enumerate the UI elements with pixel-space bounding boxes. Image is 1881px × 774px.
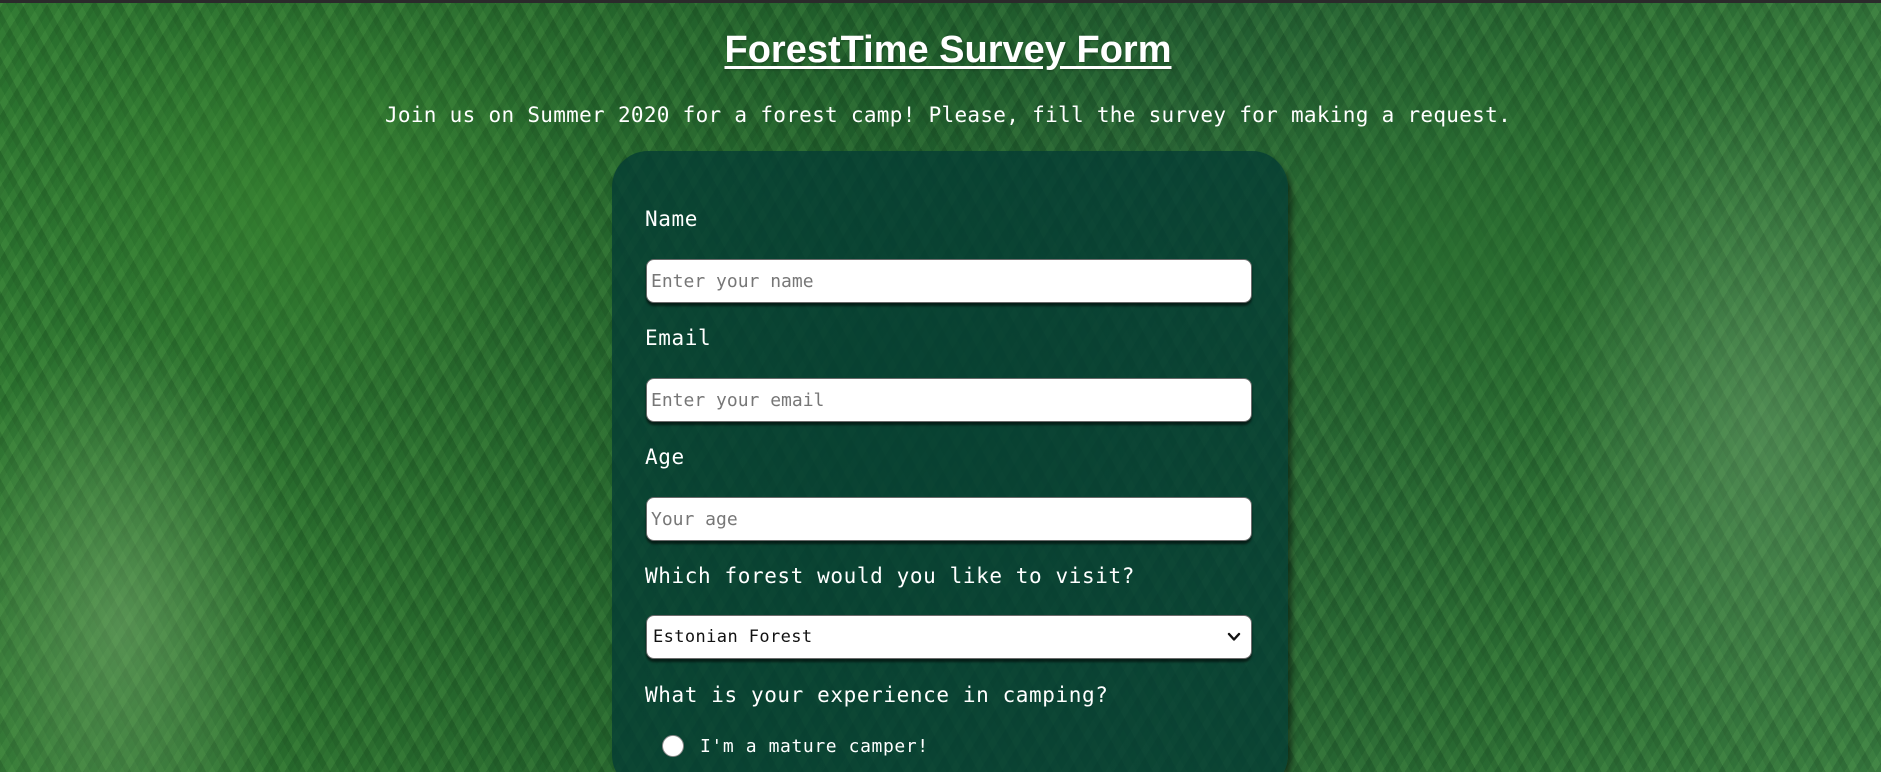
forest-label: Which forest would you like to visit? xyxy=(645,564,1135,588)
experience-option-mature[interactable]: I'm a mature camper! xyxy=(648,733,1208,761)
page-background: ForestTime Survey Form Join us on Summer… xyxy=(0,0,1881,772)
forest-select[interactable]: Estonian Forest xyxy=(646,615,1252,659)
page-description: Join us on Summer 2020 for a forest camp… xyxy=(384,103,1512,127)
experience-label: What is your experience in camping? xyxy=(645,683,1109,707)
radio-button[interactable] xyxy=(662,735,684,757)
name-input[interactable] xyxy=(646,259,1252,303)
email-label: Email xyxy=(645,326,712,350)
email-input[interactable] xyxy=(646,378,1252,422)
age-label: Age xyxy=(645,445,685,469)
radio-option-label: I'm a mature camper! xyxy=(700,736,929,757)
chevron-down-icon xyxy=(1227,632,1241,641)
name-label: Name xyxy=(645,207,698,231)
page-title: ForestTime Survey Form xyxy=(724,29,1172,71)
forest-select-value: Estonian Forest xyxy=(653,627,813,647)
age-input[interactable] xyxy=(646,497,1252,541)
survey-form: Name Email Age Which forest would you li… xyxy=(612,151,1288,772)
